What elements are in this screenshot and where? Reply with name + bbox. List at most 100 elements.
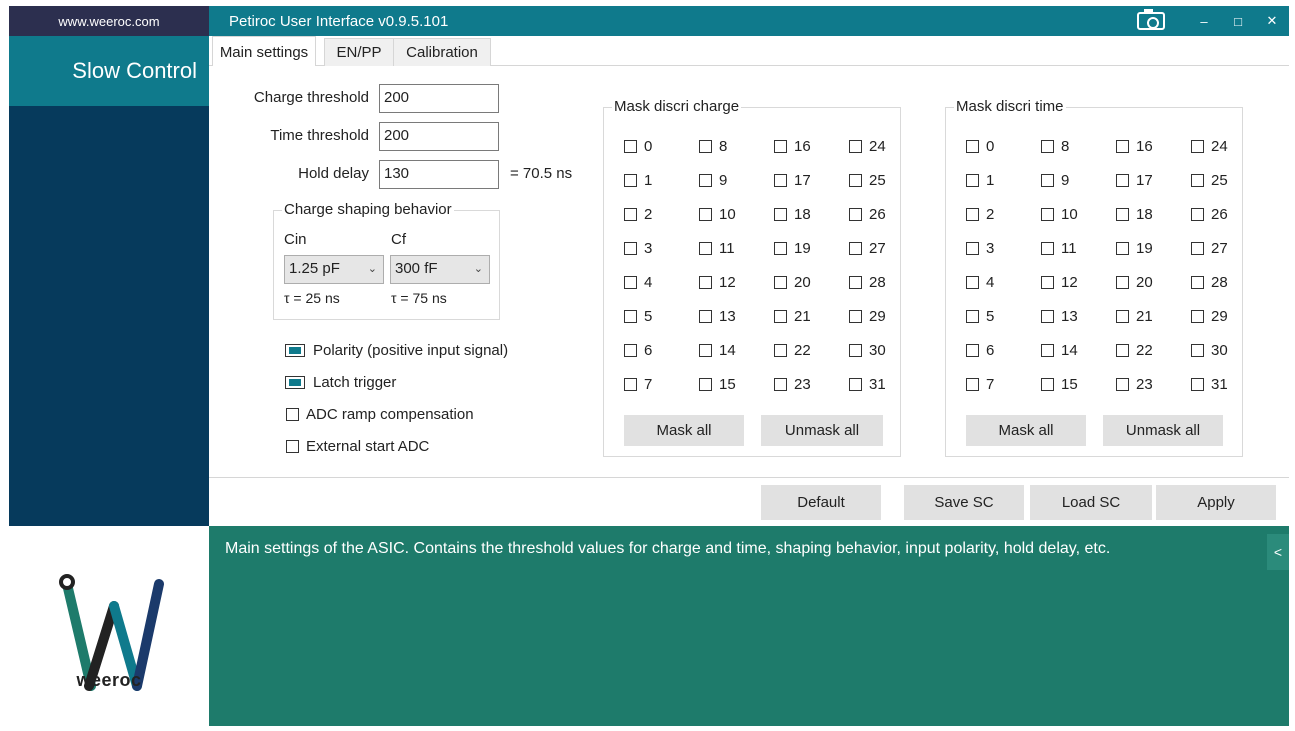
charge-channel-checkbox[interactable] (774, 378, 787, 391)
charge-channel-checkbox[interactable] (624, 208, 637, 221)
charge-channel-checkbox[interactable] (849, 140, 862, 153)
close-button[interactable]: ✕ (1255, 6, 1289, 36)
charge-channel-checkbox[interactable] (624, 276, 637, 289)
time-channel-checkbox[interactable] (1191, 174, 1204, 187)
charge-channel-checkbox[interactable] (774, 242, 787, 255)
charge-channel-checkbox[interactable] (774, 310, 787, 323)
charge-channel-checkbox[interactable] (624, 174, 637, 187)
charge-channel-checkbox[interactable] (774, 140, 787, 153)
camera-icon[interactable] (1137, 9, 1165, 30)
charge-channel-checkbox[interactable] (624, 242, 637, 255)
charge-channel-checkbox[interactable] (699, 208, 712, 221)
default-button[interactable]: Default (761, 485, 881, 520)
charge-channel-checkbox[interactable] (849, 378, 862, 391)
time-channel-checkbox[interactable] (966, 344, 979, 357)
collapse-button[interactable]: < (1267, 534, 1289, 570)
time-channel-checkbox[interactable] (1041, 344, 1054, 357)
charge-channel-checkbox[interactable] (774, 208, 787, 221)
charge-channel-checkbox[interactable] (699, 310, 712, 323)
charge-threshold-input[interactable]: 200 (379, 84, 499, 113)
charge-channel-checkbox[interactable] (624, 378, 637, 391)
time-channel-checkbox[interactable] (1116, 208, 1129, 221)
save-sc-button[interactable]: Save SC (904, 485, 1024, 520)
charge-channel-checkbox[interactable] (624, 140, 637, 153)
time-channel-checkbox[interactable] (1116, 140, 1129, 153)
time-channel-label: 14 (1061, 342, 1078, 359)
time-channel-checkbox[interactable] (966, 140, 979, 153)
time-channel-checkbox[interactable] (1041, 140, 1054, 153)
charge-channel-checkbox[interactable] (774, 276, 787, 289)
time-channel-checkbox[interactable] (1041, 242, 1054, 255)
charge-channel-checkbox[interactable] (699, 344, 712, 357)
adc-ramp-checkbox[interactable] (286, 408, 299, 421)
time-channel-checkbox[interactable] (1191, 208, 1204, 221)
charge-channel-checkbox[interactable] (849, 208, 862, 221)
latch-trigger-toggle[interactable] (285, 376, 305, 389)
time-channel-checkbox[interactable] (1041, 174, 1054, 187)
time-channel-checkbox[interactable] (1191, 310, 1204, 323)
hold-delay-input[interactable]: 130 (379, 160, 499, 189)
time-threshold-input[interactable]: 200 (379, 122, 499, 151)
minimize-button[interactable]: – (1187, 6, 1221, 36)
time-channel-checkbox[interactable] (1191, 378, 1204, 391)
time-channel-label: 7 (986, 376, 995, 393)
time-channel-checkbox[interactable] (1116, 344, 1129, 357)
time-channel-checkbox[interactable] (966, 378, 979, 391)
time-channel-label: 30 (1211, 342, 1228, 359)
charge-channel-label: 7 (644, 376, 653, 393)
external-start-adc-checkbox[interactable] (286, 440, 299, 453)
time-channel-checkbox[interactable] (1041, 276, 1054, 289)
time-channel-checkbox[interactable] (1191, 140, 1204, 153)
time-channel-checkbox[interactable] (1191, 242, 1204, 255)
charge-channel-label: 18 (794, 206, 811, 223)
mask-all-charge-button[interactable]: Mask all (624, 415, 744, 446)
unmask-all-charge-button[interactable]: Unmask all (761, 415, 883, 446)
charge-channel-checkbox[interactable] (849, 276, 862, 289)
charge-channel-checkbox[interactable] (774, 344, 787, 357)
time-channel-checkbox[interactable] (1116, 310, 1129, 323)
time-channel-checkbox[interactable] (1116, 242, 1129, 255)
time-channel-checkbox[interactable] (966, 310, 979, 323)
charge-channel-label: 19 (794, 240, 811, 257)
time-channel-checkbox[interactable] (1116, 378, 1129, 391)
charge-channel-checkbox[interactable] (849, 174, 862, 187)
help-text: Main settings of the ASIC. Contains the … (225, 540, 1111, 557)
time-channel-checkbox[interactable] (966, 208, 979, 221)
charge-channel-checkbox[interactable] (699, 242, 712, 255)
cf-select[interactable]: 300 fF ⌄ (390, 255, 490, 284)
apply-button[interactable]: Apply (1156, 485, 1276, 520)
tab-en-pp[interactable]: EN/PP (324, 38, 394, 66)
website-link[interactable]: www.weeroc.com (9, 6, 209, 36)
charge-channel-checkbox[interactable] (699, 276, 712, 289)
charge-channel-checkbox[interactable] (849, 242, 862, 255)
polarity-toggle[interactable] (285, 344, 305, 357)
time-channel-checkbox[interactable] (966, 242, 979, 255)
charge-channel-label: 6 (644, 342, 653, 359)
tab-calibration[interactable]: Calibration (393, 38, 491, 66)
time-channel-checkbox[interactable] (1041, 378, 1054, 391)
charge-channel-checkbox[interactable] (699, 378, 712, 391)
cin-select[interactable]: 1.25 pF ⌄ (284, 255, 384, 284)
charge-channel-checkbox[interactable] (699, 174, 712, 187)
time-channel-checkbox[interactable] (966, 174, 979, 187)
time-channel-checkbox[interactable] (1191, 344, 1204, 357)
charge-channel-checkbox[interactable] (699, 140, 712, 153)
charge-channel-checkbox[interactable] (624, 310, 637, 323)
unmask-all-time-button[interactable]: Unmask all (1103, 415, 1223, 446)
time-channel-checkbox[interactable] (1191, 276, 1204, 289)
time-channel-checkbox[interactable] (1116, 276, 1129, 289)
mask-all-time-button[interactable]: Mask all (966, 415, 1086, 446)
charge-channel-checkbox[interactable] (774, 174, 787, 187)
charge-channel-checkbox[interactable] (624, 344, 637, 357)
charge-channel-label: 29 (869, 308, 886, 325)
charge-channel-checkbox[interactable] (849, 310, 862, 323)
time-channel-checkbox[interactable] (1041, 310, 1054, 323)
time-channel-checkbox[interactable] (966, 276, 979, 289)
load-sc-button[interactable]: Load SC (1030, 485, 1152, 520)
time-channel-checkbox[interactable] (1041, 208, 1054, 221)
charge-channel-checkbox[interactable] (849, 344, 862, 357)
tab-main-settings[interactable]: Main settings (212, 36, 316, 67)
time-channel-checkbox[interactable] (1116, 174, 1129, 187)
time-channel-label: 10 (1061, 206, 1078, 223)
maximize-button[interactable]: □ (1221, 6, 1255, 36)
